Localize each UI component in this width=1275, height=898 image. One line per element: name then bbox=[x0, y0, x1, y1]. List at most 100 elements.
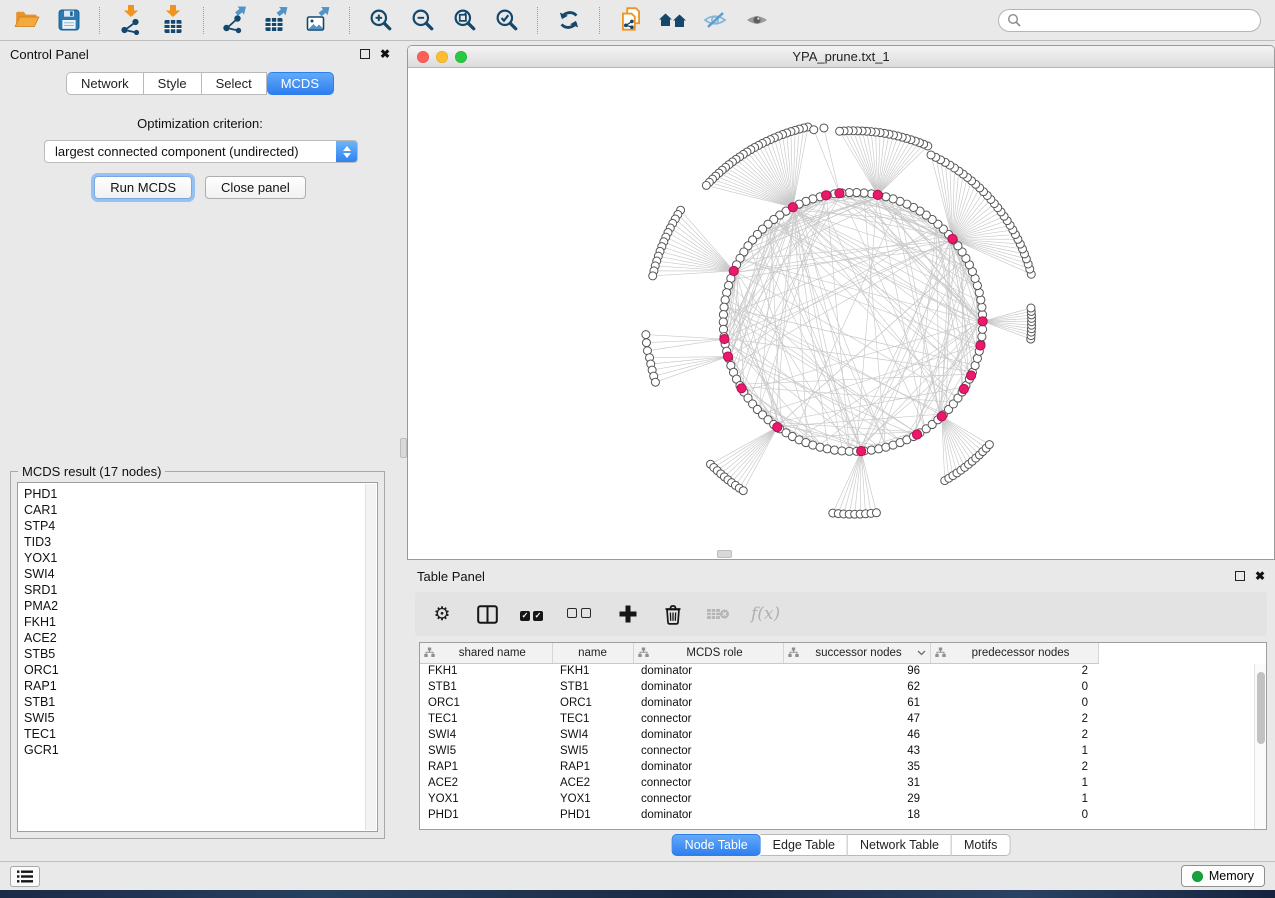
cell-predecessor-nodes[interactable]: 0 bbox=[930, 679, 1098, 695]
mcds-node-item[interactable]: PMA2 bbox=[24, 598, 377, 614]
search-input[interactable] bbox=[1026, 13, 1252, 27]
run-mcds-button[interactable]: Run MCDS bbox=[94, 176, 192, 199]
cell-name[interactable]: RAP1 bbox=[552, 759, 633, 775]
task-history-button[interactable] bbox=[10, 866, 40, 887]
import-network-button[interactable] bbox=[114, 5, 147, 36]
mcds-node-item[interactable]: TID3 bbox=[24, 534, 377, 550]
hide-selected-button[interactable] bbox=[698, 5, 731, 36]
refresh-view-button[interactable] bbox=[552, 5, 585, 36]
network-node[interactable] bbox=[651, 378, 659, 386]
cell-name[interactable]: ORC1 bbox=[552, 695, 633, 711]
network-window-titlebar[interactable]: YPA_prune.txt_1 bbox=[408, 46, 1274, 68]
dominator-node[interactable] bbox=[912, 430, 921, 439]
mcds-node-item[interactable]: CAR1 bbox=[24, 502, 377, 518]
dominator-node[interactable] bbox=[720, 335, 729, 344]
show-columns-button[interactable] bbox=[475, 601, 499, 627]
show-all-button[interactable] bbox=[740, 5, 773, 36]
cell-predecessor-nodes[interactable]: 2 bbox=[930, 663, 1098, 679]
close-panel-icon[interactable]: ✖ bbox=[1255, 570, 1265, 582]
cell-mcds-role[interactable]: connector bbox=[633, 775, 783, 791]
cell-name[interactable]: ACE2 bbox=[552, 775, 633, 791]
network-node[interactable] bbox=[642, 331, 650, 339]
close-panel-icon[interactable]: ✖ bbox=[380, 48, 390, 60]
table-row[interactable]: ORC1ORC1dominator610 bbox=[420, 695, 1266, 711]
cell-shared-name[interactable]: STB1 bbox=[420, 679, 552, 695]
import-table-button[interactable] bbox=[156, 5, 189, 36]
cell-mcds-role[interactable]: connector bbox=[633, 711, 783, 727]
column-header-successor-nodes[interactable]: successor nodes bbox=[783, 643, 930, 663]
search-box[interactable] bbox=[998, 9, 1261, 32]
cell-predecessor-nodes[interactable]: 2 bbox=[930, 727, 1098, 743]
mcds-node-item[interactable]: PHD1 bbox=[24, 486, 377, 502]
cell-mcds-role[interactable]: dominator bbox=[633, 663, 783, 679]
network-node[interactable] bbox=[978, 325, 986, 333]
mcds-node-item[interactable]: SRD1 bbox=[24, 582, 377, 598]
dominator-node[interactable] bbox=[729, 266, 738, 275]
network-node[interactable] bbox=[927, 151, 935, 159]
add-row-button[interactable] bbox=[616, 601, 640, 627]
first-neighbors-button[interactable] bbox=[656, 5, 689, 36]
cell-successor-nodes[interactable]: 43 bbox=[783, 743, 930, 759]
table-row[interactable]: TEC1TEC1connector472 bbox=[420, 711, 1266, 727]
network-node[interactable] bbox=[721, 296, 729, 304]
table-row[interactable]: PHD1PHD1dominator180 bbox=[420, 807, 1266, 823]
network-node[interactable] bbox=[978, 303, 986, 311]
cell-mcds-role[interactable]: dominator bbox=[633, 679, 783, 695]
network-node[interactable] bbox=[820, 124, 828, 132]
open-session-button[interactable] bbox=[10, 5, 43, 36]
table-scrollbar[interactable] bbox=[1254, 664, 1266, 829]
dominator-node[interactable] bbox=[873, 190, 882, 199]
cell-successor-nodes[interactable]: 31 bbox=[783, 775, 930, 791]
cell-predecessor-nodes[interactable]: 1 bbox=[930, 743, 1098, 759]
dominator-node[interactable] bbox=[821, 191, 830, 200]
network-node[interactable] bbox=[867, 446, 875, 454]
cell-predecessor-nodes[interactable]: 2 bbox=[930, 759, 1098, 775]
cell-shared-name[interactable]: FKH1 bbox=[420, 663, 552, 679]
dominator-node[interactable] bbox=[788, 203, 797, 212]
cell-shared-name[interactable]: ACE2 bbox=[420, 775, 552, 791]
table-row[interactable]: RAP1RAP1dominator352 bbox=[420, 759, 1266, 775]
mcds-node-item[interactable]: SWI4 bbox=[24, 566, 377, 582]
cell-successor-nodes[interactable]: 46 bbox=[783, 727, 930, 743]
dominator-node[interactable] bbox=[959, 384, 968, 393]
table-row[interactable]: YOX1YOX1connector291 bbox=[420, 791, 1266, 807]
tab-select[interactable]: Select bbox=[202, 72, 267, 95]
deselect-all-rows-button[interactable] bbox=[567, 601, 595, 627]
mcds-node-item[interactable]: FKH1 bbox=[24, 614, 377, 630]
column-header-predecessor-nodes[interactable]: predecessor nodes bbox=[930, 643, 1098, 663]
cell-shared-name[interactable]: RAP1 bbox=[420, 759, 552, 775]
column-settings-button[interactable]: ⚙ bbox=[430, 601, 454, 627]
cell-successor-nodes[interactable]: 96 bbox=[783, 663, 930, 679]
horizontal-splitter-handle[interactable] bbox=[717, 550, 732, 558]
mcds-node-item[interactable]: GCR1 bbox=[24, 742, 377, 758]
mcds-node-item[interactable]: ACE2 bbox=[24, 630, 377, 646]
dominator-node[interactable] bbox=[723, 352, 732, 361]
cell-shared-name[interactable]: YOX1 bbox=[420, 791, 552, 807]
export-image-button[interactable] bbox=[302, 5, 335, 36]
tab-node-table[interactable]: Node Table bbox=[672, 834, 761, 856]
dominator-node[interactable] bbox=[937, 412, 946, 421]
dominator-node[interactable] bbox=[948, 234, 957, 243]
network-node[interactable] bbox=[872, 509, 880, 517]
tab-motifs[interactable]: Motifs bbox=[952, 834, 1010, 856]
cell-mcds-role[interactable]: dominator bbox=[633, 727, 783, 743]
network-node[interactable] bbox=[642, 339, 650, 347]
cell-name[interactable]: PHD1 bbox=[552, 807, 633, 823]
dominator-node[interactable] bbox=[835, 189, 844, 198]
cell-predecessor-nodes[interactable]: 0 bbox=[930, 695, 1098, 711]
optimization-criterion-select[interactable]: largest connected component (undirected) bbox=[44, 140, 358, 163]
dominator-node[interactable] bbox=[978, 317, 987, 326]
network-canvas[interactable] bbox=[408, 68, 1274, 559]
cell-name[interactable]: STB1 bbox=[552, 679, 633, 695]
delete-table-button[interactable] bbox=[706, 601, 730, 627]
save-session-button[interactable] bbox=[52, 5, 85, 36]
cell-name[interactable]: YOX1 bbox=[552, 791, 633, 807]
cell-successor-nodes[interactable]: 47 bbox=[783, 711, 930, 727]
cell-mcds-role[interactable]: dominator bbox=[633, 695, 783, 711]
network-node[interactable] bbox=[836, 127, 844, 135]
cell-successor-nodes[interactable]: 62 bbox=[783, 679, 930, 695]
float-panel-icon[interactable] bbox=[360, 49, 370, 59]
table-row[interactable]: SWI4SWI4dominator462 bbox=[420, 727, 1266, 743]
cell-name[interactable]: TEC1 bbox=[552, 711, 633, 727]
dominator-node[interactable] bbox=[857, 447, 866, 456]
